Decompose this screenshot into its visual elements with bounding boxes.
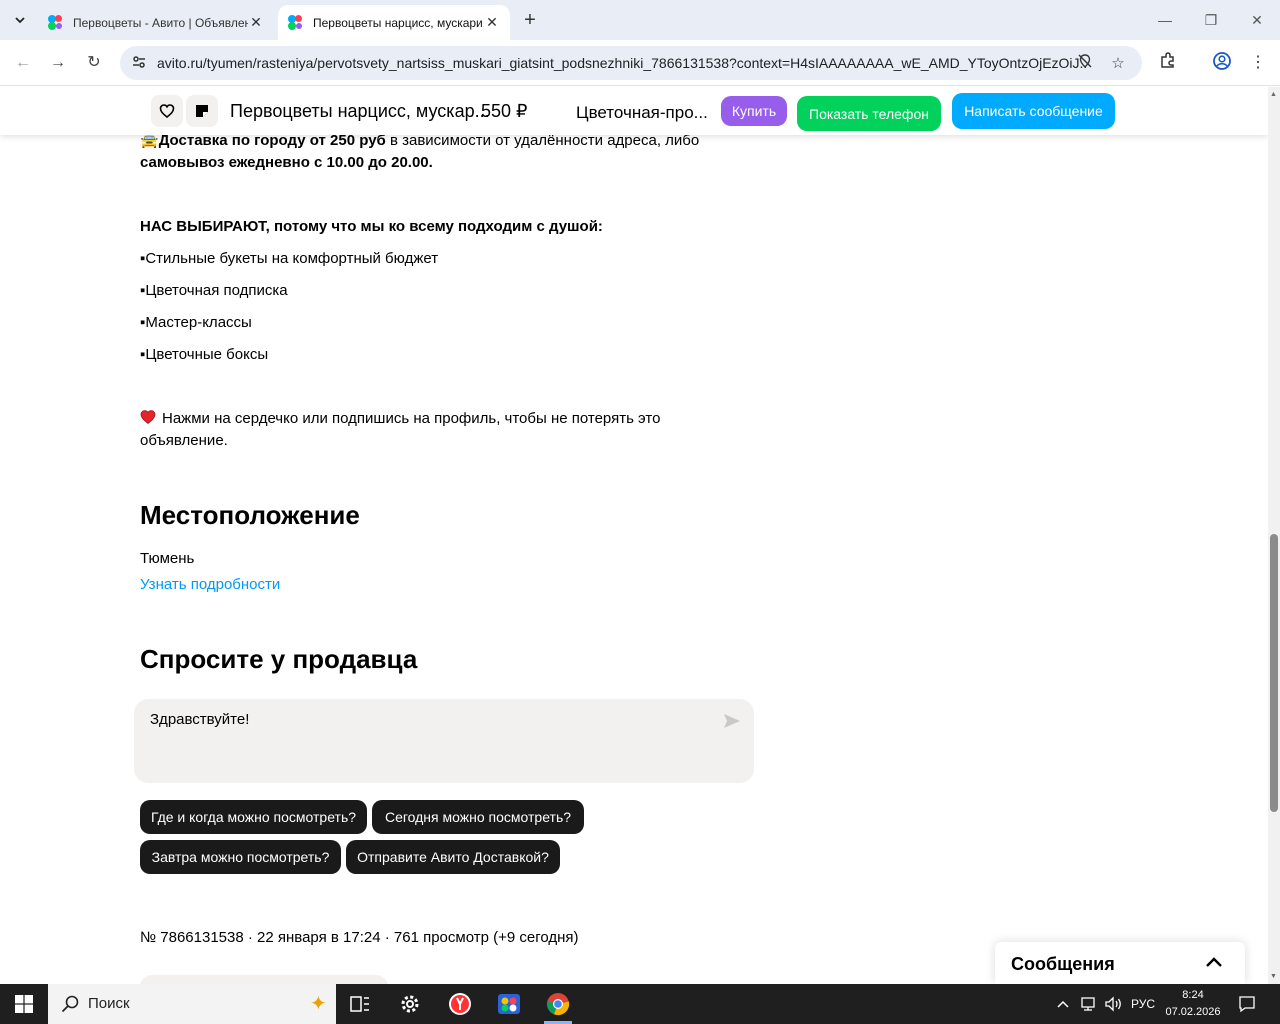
avito-favicon-icon xyxy=(48,14,64,31)
browser-tab-active[interactable]: Первоцветы нарцисс, мускари, гиацинт ✕ xyxy=(278,5,510,40)
restore-icon[interactable]: ❐ xyxy=(1196,8,1226,32)
favorite-heart-button[interactable] xyxy=(151,95,183,127)
page-scrollbar[interactable]: ▲ ▼ xyxy=(1268,87,1280,984)
ask-seller-heading: Спросите у продавца xyxy=(140,644,418,674)
ask-message-value[interactable]: Здравствуйте! xyxy=(150,711,249,728)
sticky-item-price: 550 ₽ xyxy=(481,101,528,121)
windows-start-icon[interactable] xyxy=(0,984,48,1024)
buy-button[interactable]: Купить xyxy=(721,96,787,126)
location-heading: Местоположение xyxy=(140,500,360,530)
choose-heading: НАС ВЫБИРАЮТ, потому что мы ко всему под… xyxy=(140,216,603,238)
messenger-panel[interactable]: Сообщения xyxy=(995,942,1245,984)
sticky-item-title: Первоцветы нарцисс, мускар... xyxy=(230,101,490,121)
quick-question-chip[interactable]: Завтра можно посмотреть? xyxy=(140,840,341,874)
close-tab-icon[interactable]: ✕ xyxy=(484,14,500,31)
scroll-down-arrow-icon[interactable]: ▼ xyxy=(1270,973,1277,980)
windows-taskbar: Поиск ✦ РУС 8:24 07.02.2026 xyxy=(0,984,1280,1024)
tab-title: Первоцветы нарцисс, мускари, гиацинт xyxy=(313,15,484,30)
close-tab-icon[interactable]: ✕ xyxy=(248,14,264,31)
avito-favicon-icon xyxy=(288,14,304,31)
ask-message-input[interactable]: Здравствуйте! xyxy=(134,699,754,783)
close-window-icon[interactable]: ✕ xyxy=(1242,8,1272,32)
send-arrow-icon[interactable] xyxy=(722,711,742,731)
messenger-title: Сообщения xyxy=(1011,954,1115,974)
scrollbar-thumb[interactable] xyxy=(1270,534,1278,812)
heart-note-text: Нажми на сердечко или подпишись на профи… xyxy=(162,410,661,427)
quick-question-chip[interactable]: Где и когда можно посмотреть? xyxy=(140,800,367,834)
extensions-icon[interactable] xyxy=(1156,51,1180,75)
sparkle-icon: ✦ xyxy=(310,993,327,1015)
clock-date: 07.02.2026 xyxy=(1165,1006,1221,1018)
page-viewport: Первоцветы нарцисс, мускар... 550 ₽ Цвет… xyxy=(0,87,1268,984)
list-item: ▪Цветочные боксы xyxy=(140,346,269,363)
photos-app-icon[interactable] xyxy=(485,984,533,1024)
clock-time: 8:24 xyxy=(1182,989,1204,1001)
notifications-icon[interactable] xyxy=(1238,984,1256,1024)
heart-outline-icon xyxy=(159,104,175,119)
scroll-up-arrow-icon[interactable]: ▲ xyxy=(1270,91,1277,98)
note-button[interactable] xyxy=(186,95,218,127)
quick-question-chip[interactable]: Сегодня можно посмотреть? xyxy=(372,800,584,834)
heart-note-line2: объявление. xyxy=(140,432,228,449)
language-indicator[interactable]: РУС xyxy=(1131,984,1155,1024)
browser-toolbar: ← → ↻ avito.ru/tyumen/rasteniya/pervotsv… xyxy=(0,40,1280,86)
browser-tab-strip: Первоцветы - Авито | Объявления ✕ Первоц… xyxy=(0,0,1280,40)
tray-chevron-up-icon[interactable] xyxy=(1056,984,1070,1024)
forward-arrow-icon[interactable]: → xyxy=(45,50,71,76)
search-icon xyxy=(61,995,79,1013)
new-tab-plus-icon[interactable]: + xyxy=(518,8,542,32)
choose-heading-text: НАС ВЫБИРАЮТ, потому что мы ко всему под… xyxy=(140,218,603,235)
pickup-text: самовывоз ежедневно с 10.00 до 20.00. xyxy=(140,154,433,171)
back-arrow-icon[interactable]: ← xyxy=(10,50,36,76)
heart-note-line: Нажми на сердечко или подпишись на профи… xyxy=(140,408,660,430)
sticky-item-header: Первоцветы нарцисс, мускар... 550 ₽ Цвет… xyxy=(0,87,1268,135)
sticky-seller-name[interactable]: Цветочная-про... xyxy=(576,103,708,123)
minimize-icon[interactable]: — xyxy=(1150,8,1180,32)
browser-menu-icon[interactable]: ⋮ xyxy=(1246,51,1270,75)
reload-icon[interactable]: ↻ xyxy=(81,50,107,76)
note-icon xyxy=(196,105,208,117)
location-off-icon[interactable] xyxy=(1074,53,1096,75)
show-phone-button[interactable]: Показать телефон xyxy=(797,96,941,131)
list-item: ▪Мастер-классы xyxy=(140,314,252,331)
bookmark-star-icon[interactable]: ☆ xyxy=(1107,53,1129,75)
settings-gear-icon[interactable] xyxy=(386,984,434,1024)
chevron-up-icon[interactable] xyxy=(1205,955,1223,969)
yandex-browser-icon[interactable] xyxy=(436,984,484,1024)
quick-question-chip[interactable]: Отправите Авито Доставкой? xyxy=(346,840,560,874)
list-item: ▪Цветочная подписка xyxy=(140,282,288,299)
tab-search-chevron-icon[interactable] xyxy=(6,6,34,34)
chrome-browser-icon[interactable] xyxy=(534,984,582,1024)
list-item: ▪Стильные букеты на комфортный бюджет xyxy=(140,250,439,267)
location-details-link[interactable]: Узнать подробности xyxy=(140,574,280,596)
pickup-line: самовывоз ежедневно с 10.00 до 20.00. xyxy=(140,152,433,174)
volume-icon[interactable] xyxy=(1104,984,1124,1024)
tab-title: Первоцветы - Авито | Объявления xyxy=(73,15,248,30)
taskbar-search-box[interactable]: Поиск ✦ xyxy=(48,984,336,1024)
red-heart-icon xyxy=(140,410,156,425)
taskbar-search-label: Поиск xyxy=(88,995,130,1012)
location-city: Тюмень xyxy=(140,550,195,567)
site-settings-icon[interactable] xyxy=(130,54,148,72)
write-message-button[interactable]: Написать сообщение xyxy=(952,93,1115,129)
partial-button-offscreen[interactable] xyxy=(140,975,388,984)
task-view-icon[interactable] xyxy=(336,984,384,1024)
url-text[interactable]: avito.ru/tyumen/rasteniya/pervotsvety_na… xyxy=(157,55,1087,71)
address-bar[interactable]: avito.ru/tyumen/rasteniya/pervotsvety_na… xyxy=(120,46,1142,80)
taskbar-clock[interactable]: 8:24 07.02.2026 xyxy=(1160,987,1226,1021)
ad-meta-info: № 7866131538 · 22 января в 17:24 · 761 п… xyxy=(140,929,579,946)
network-icon[interactable] xyxy=(1080,984,1098,1024)
browser-tab-inactive[interactable]: Первоцветы - Авито | Объявления ✕ xyxy=(38,5,274,40)
profile-icon[interactable] xyxy=(1210,51,1234,75)
